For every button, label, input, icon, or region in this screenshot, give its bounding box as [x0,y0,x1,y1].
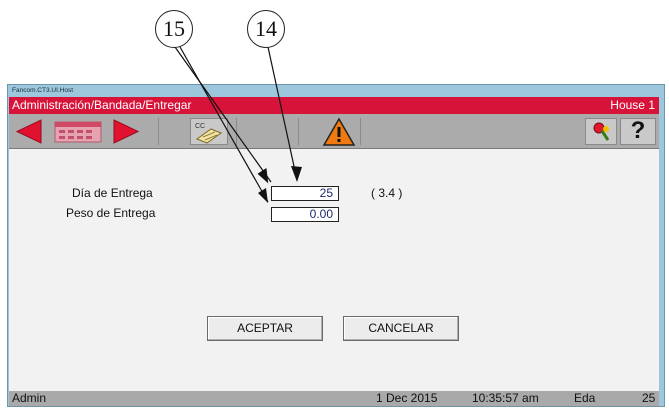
alarm-button[interactable] [322,117,356,147]
callout-15: 15 [155,10,193,48]
help-icon: ? [630,117,646,144]
tools-button[interactable] [585,118,617,145]
peso-entrega-field[interactable]: 0.00 [271,207,339,222]
peso-entrega-label: Peso de Entrega [66,206,156,220]
status-user: Admin [12,391,47,405]
status-time: 10:35:57 am [472,391,539,405]
cc-label: CC [195,123,205,130]
previous-button[interactable] [14,118,44,145]
status-section: Eda [574,391,596,405]
toolbar-separator [158,118,159,145]
next-button[interactable] [111,118,141,145]
right-arrow-icon [113,119,140,144]
warning-icon [322,117,356,146]
cancel-button[interactable]: CANCELAR [343,316,459,341]
left-arrow-icon [15,119,42,144]
dia-entrega-field[interactable]: 25 [271,186,339,201]
toolbar-separator [298,118,299,145]
toolbar-separator [236,118,237,145]
header-bar: Administración/Bandada/Entregar House 1 [9,97,659,114]
status-number: 25 [642,391,656,405]
dia-entrega-hint: ( 3.4 ) [371,186,403,200]
breadcrumb: Administración/Bandada/Entregar [12,98,192,112]
accept-button[interactable]: ACEPTAR [207,316,323,341]
overview-button[interactable] [54,121,102,143]
window-title: Fancom.CT3.UI.Host [12,87,74,94]
callout-14: 14 [247,10,285,48]
help-button[interactable]: ? [620,117,656,145]
dia-entrega-label: Día de Entrega [72,186,153,200]
document-cc-icon: CC [195,123,223,144]
status-date: 1 Dec 2015 [376,391,438,405]
pin-tool-icon [593,122,610,141]
calendar-icon [54,121,102,143]
toolbar-separator [360,118,361,145]
status-bar: Admin 1 Dec 2015 10:35:57 am Eda 25 [9,391,659,406]
cc-button[interactable]: CC [190,118,228,145]
house-label: House 1 [610,98,655,112]
